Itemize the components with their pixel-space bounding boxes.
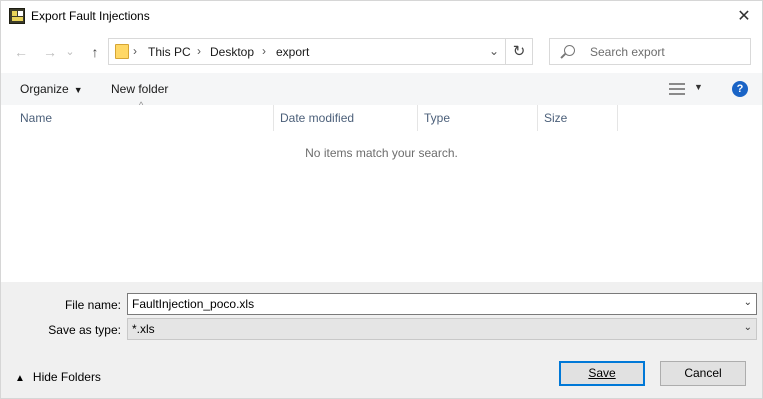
hide-folders-label: Hide Folders <box>32 370 101 384</box>
save-as-type-label: Save as type: <box>48 323 121 337</box>
chevron-down-icon: ▼ <box>73 85 83 95</box>
save-as-type-select[interactable]: *.xls ⌄ <box>127 318 757 340</box>
breadcrumb-this-pc[interactable]: This PC <box>148 45 191 59</box>
breadcrumb-separator: › <box>262 44 266 58</box>
column-header-name[interactable]: Name <box>14 105 274 131</box>
breadcrumb-desktop[interactable]: Desktop <box>210 45 254 59</box>
refresh-button[interactable]: ↻ <box>506 38 533 65</box>
search-placeholder: Search export <box>590 45 665 59</box>
view-list-icon[interactable] <box>669 83 685 95</box>
breadcrumb-separator: › <box>197 44 201 58</box>
column-header-size[interactable]: Size <box>538 105 618 131</box>
search-icon <box>564 45 575 56</box>
recent-locations-icon[interactable]: ⌄ <box>64 41 76 63</box>
save-as-type-value: *.xls <box>132 322 155 336</box>
file-name-value: FaultInjection_poco.xls <box>132 297 255 311</box>
up-arrow-icon[interactable]: ↑ <box>86 41 104 63</box>
view-dropdown-icon[interactable]: ▼ <box>694 82 703 92</box>
chevron-up-icon: ▲ <box>15 373 25 384</box>
search-input[interactable]: Search export <box>549 38 751 65</box>
file-name-label: File name: <box>64 298 121 312</box>
forward-arrow-icon[interactable]: → <box>41 41 59 63</box>
folder-icon <box>115 44 129 59</box>
save-dialog: Export Fault Injections ✕ ← → ⌄ ↑ › This… <box>0 0 763 399</box>
organize-button[interactable]: Organize ▼ <box>20 82 83 96</box>
address-dropdown-icon[interactable]: ⌄ <box>489 44 499 58</box>
column-header-date-modified[interactable]: Date modified <box>274 105 418 131</box>
hide-folders-button[interactable]: ▲ Hide Folders <box>15 370 101 384</box>
column-header-type[interactable]: Type <box>418 105 538 131</box>
chevron-down-icon[interactable]: ⌄ <box>744 297 752 308</box>
organize-label: Organize <box>20 82 69 96</box>
new-folder-button[interactable]: New folder <box>111 82 168 96</box>
window-title: Export Fault Injections <box>31 9 150 23</box>
breadcrumb-separator: › <box>133 44 137 58</box>
file-name-field[interactable]: FaultInjection_poco.xls ⌄ <box>127 293 757 315</box>
app-icon <box>9 8 25 24</box>
command-bar: Organize ▼ New folder ▼ ? <box>1 73 762 105</box>
cancel-button[interactable]: Cancel <box>660 361 746 386</box>
chevron-down-icon: ⌄ <box>743 322 752 333</box>
title-bar: Export Fault Injections ✕ <box>1 1 762 32</box>
back-arrow-icon[interactable]: ← <box>12 41 30 63</box>
help-icon[interactable]: ? <box>732 81 748 97</box>
address-bar[interactable]: › This PC › Desktop › export ⌄ <box>108 38 506 65</box>
close-button[interactable]: ✕ <box>734 7 754 27</box>
breadcrumb-export[interactable]: export <box>276 45 309 59</box>
save-options-panel: File name: FaultInjection_poco.xls ⌄ Sav… <box>1 282 762 398</box>
empty-list-message: No items match your search. <box>305 146 458 160</box>
save-button[interactable]: Save <box>559 361 645 386</box>
